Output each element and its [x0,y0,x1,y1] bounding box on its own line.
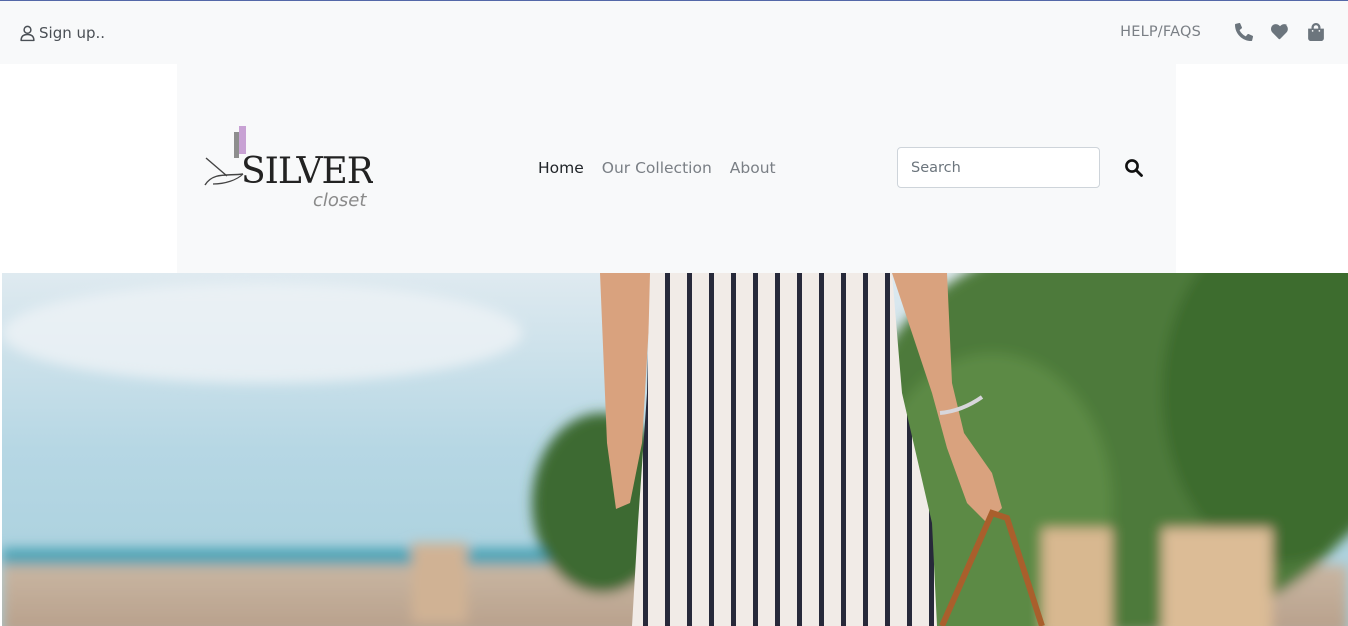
nav-menu: Home Our Collection About [538,159,776,177]
search-button[interactable] [1121,155,1147,181]
heart-icon[interactable] [1270,22,1290,42]
help-faqs-link[interactable]: HELP/FAQS [1120,24,1201,40]
user-icon [20,25,35,42]
signup-label: Sign up.. [39,24,106,42]
nav-item-home[interactable]: Home [538,159,584,177]
svg-text:SILVER: SILVER [241,151,373,192]
search-icon [1125,159,1143,177]
silver-closet-logo: SILVER closet [204,126,376,211]
search-input[interactable] [897,147,1100,188]
utility-links: HELP/FAQS [1120,19,1326,45]
brand-logo[interactable]: SILVER closet [203,122,376,218]
phone-icon[interactable] [1234,22,1254,42]
nav-item-about[interactable]: About [730,159,776,177]
nav-item-our-collection[interactable]: Our Collection [602,159,712,177]
shopping-bag-icon[interactable] [1306,22,1326,42]
hero-banner [2,273,1348,626]
svg-text:closet: closet [313,190,367,211]
main-navbar: SILVER closet Home Our Collection About [177,64,1176,273]
utility-bar: Sign up.. HELP/FAQS [0,1,1348,64]
hero-image [2,273,1348,626]
signup-link[interactable]: Sign up.. [19,21,105,45]
